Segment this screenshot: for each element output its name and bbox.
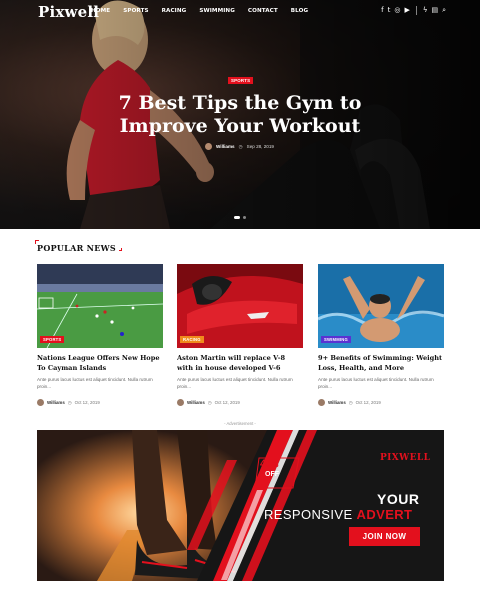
card-meta: Williams ◷ Oct 12, 2019 <box>37 399 163 406</box>
clock-icon: ◷ <box>348 399 353 405</box>
news-card[interactable]: RACING Aston Martin will replace V-8 wit… <box>177 264 303 406</box>
card-title[interactable]: 9+ Benefits of Swimming: Weight Loss, He… <box>318 354 444 373</box>
advert-brand: PIXWELL <box>380 453 431 463</box>
nav-item-contact[interactable]: CONTACT <box>248 8 278 14</box>
author-avatar[interactable] <box>318 399 325 406</box>
section-heading: POPULAR NEWS <box>34 240 123 253</box>
clock-icon: ◷ <box>238 143 243 149</box>
social-links: f t ◎ ▶ ϟ ▤ ⌕ <box>381 6 446 15</box>
card-meta: Williams ◷ Oct 12, 2019 <box>318 399 444 406</box>
author-avatar[interactable] <box>177 399 184 406</box>
heading-decoration <box>119 248 123 251</box>
search-icon[interactable]: ⌕ <box>442 6 446 15</box>
card-date: Oct 12, 2019 <box>214 400 240 405</box>
hero-slider[interactable]: Pixwell HOME SPORTS RACING SWIMMING CONT… <box>0 0 480 229</box>
card-excerpt: Ante purus lacus luctus est aliquet tinc… <box>318 377 434 389</box>
hero-date: Sep 28, 2019 <box>246 144 274 149</box>
join-now-button[interactable]: JOIN NOW <box>349 527 420 546</box>
card-date: Oct 12, 2019 <box>74 400 100 405</box>
nav-item-blog[interactable]: BLOG <box>291 8 308 14</box>
advert-discount-value: 45 <box>260 458 273 470</box>
main-nav: HOME SPORTS RACING SWIMMING CONTACT BLOG <box>91 8 321 14</box>
card-author[interactable]: Williams <box>187 400 205 405</box>
nav-item-home[interactable]: HOME <box>91 8 110 14</box>
advertisement-label: - Advertisement - <box>224 421 256 426</box>
nav-item-racing[interactable]: RACING <box>162 8 187 14</box>
advert-banner[interactable]: PIXWELL 45% OFF YOUR RESPONSIVE ADVERT J… <box>37 430 444 581</box>
advert-off: OFF <box>265 471 279 478</box>
card-title[interactable]: Nations League Offers New Hope To Cayman… <box>37 354 163 373</box>
youtube-icon[interactable]: ▶ <box>404 6 409 15</box>
lightning-icon[interactable]: ϟ <box>423 6 428 15</box>
nav-item-sports[interactable]: SPORTS <box>123 8 148 14</box>
hero-meta: Williams ◷ Sep 28, 2019 <box>205 143 274 150</box>
advert-headline-plain: RESPONSIVE <box>264 507 353 522</box>
slider-dot-1[interactable] <box>234 216 240 219</box>
card-author[interactable]: Williams <box>47 400 65 405</box>
clock-icon: ◷ <box>207 399 212 405</box>
hero-author[interactable]: Williams <box>216 144 235 149</box>
instagram-icon[interactable]: ◎ <box>394 6 400 15</box>
author-avatar[interactable] <box>205 143 212 150</box>
slider-dot-2[interactable] <box>243 216 246 219</box>
section-heading-label: POPULAR NEWS <box>37 243 117 253</box>
card-image-car[interactable]: RACING <box>177 264 303 348</box>
news-card[interactable]: SWIMMING 9+ Benefits of Swimming: Weight… <box>318 264 444 406</box>
card-excerpt: Ante purus lacus luctus est aliquet tinc… <box>37 377 153 389</box>
card-image-swimmer[interactable]: SWIMMING <box>318 264 444 348</box>
hero-category-badge[interactable]: SPORTS <box>228 77 254 84</box>
twitter-icon[interactable]: t <box>388 6 391 15</box>
news-card[interactable]: SPORTS Nations League Offers New Hope To… <box>37 264 163 406</box>
advert-headline-2: RESPONSIVE ADVERT <box>264 507 412 522</box>
card-category-badge[interactable]: SWIMMING <box>321 336 351 343</box>
advert-headline-1: YOUR <box>377 491 420 507</box>
advert-discount-sign: % <box>272 462 279 469</box>
card-author[interactable]: Williams <box>328 400 346 405</box>
clock-icon: ◷ <box>67 399 72 405</box>
hero-title[interactable]: 7 Best Tips the Gym to Improve Your Work… <box>100 92 380 138</box>
top-navbar: Pixwell HOME SPORTS RACING SWIMMING CONT… <box>0 0 480 24</box>
facebook-icon[interactable]: f <box>381 6 383 15</box>
slider-dots <box>234 216 246 219</box>
author-avatar[interactable] <box>37 399 44 406</box>
nav-item-swimming[interactable]: SWIMMING <box>199 8 235 14</box>
card-category-badge[interactable]: RACING <box>180 336 204 343</box>
newspaper-icon[interactable]: ▤ <box>431 6 438 15</box>
site-logo[interactable]: Pixwell <box>38 3 99 21</box>
card-image-football[interactable]: SPORTS <box>37 264 163 348</box>
advert-discount: 45% <box>260 459 278 471</box>
card-meta: Williams ◷ Oct 12, 2019 <box>177 399 303 406</box>
card-title[interactable]: Aston Martin will replace V-8 with in ho… <box>177 354 303 373</box>
advert-headline-accent: ADVERT <box>356 507 413 522</box>
card-date: Oct 12, 2019 <box>355 400 381 405</box>
card-category-badge[interactable]: SPORTS <box>40 336 65 343</box>
card-excerpt: Ante purus lacus luctus est aliquet tinc… <box>177 377 293 389</box>
divider <box>415 6 417 15</box>
